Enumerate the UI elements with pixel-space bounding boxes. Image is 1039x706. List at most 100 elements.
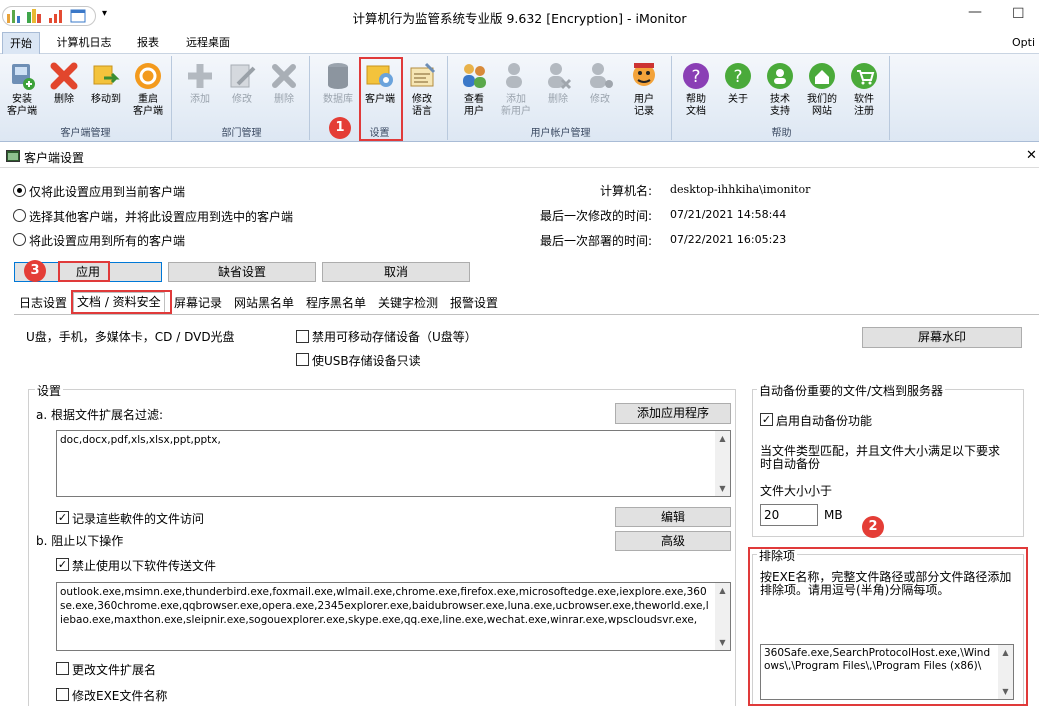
filter-ext-label: a. 根据文件扩展名过滤:	[36, 408, 164, 422]
delete-icon	[272, 64, 296, 88]
register-button[interactable]: 软件 注册	[844, 60, 884, 118]
radio-apply-selected[interactable]	[13, 209, 26, 222]
computer-name-value: desktop-ihhkiha\imonitor	[670, 183, 811, 196]
cancel-button[interactable]: 取消	[322, 262, 470, 282]
dialog-title-bar	[0, 144, 1039, 168]
change-exe-checkbox[interactable]	[56, 688, 69, 701]
disable-removable-checkbox[interactable]	[296, 330, 309, 343]
tech-support-label: 技术 支持	[770, 94, 790, 117]
database-icon	[328, 63, 348, 89]
ribbon-options[interactable]: Opti	[1012, 32, 1039, 54]
advanced-button[interactable]: 高级	[615, 531, 731, 551]
svg-text:?: ?	[691, 67, 700, 87]
watermark-button[interactable]: 屏幕水印	[862, 327, 1022, 348]
tab-program-blacklist[interactable]: 程序黑名单	[303, 294, 369, 314]
add-user-button[interactable]: 添加 新用户	[496, 60, 536, 118]
change-ext-checkbox[interactable]	[56, 662, 69, 675]
change-language-button[interactable]: 修改 语言	[402, 60, 442, 118]
register-icon	[851, 63, 877, 89]
radio-apply-all[interactable]	[13, 233, 26, 246]
help-docs-label: 帮助 文档	[686, 94, 706, 117]
last-modified-label: 最后一次修改的时间:	[540, 209, 653, 223]
move-icon	[93, 65, 120, 85]
disable-removable-label: 禁用可移动存储设备（U盘等）	[312, 330, 477, 344]
edit-user-label: 修改	[590, 94, 610, 105]
view-users-icon	[463, 64, 486, 88]
delete-user-label: 删除	[548, 94, 568, 105]
scroll-up-icon[interactable]: ▲	[715, 583, 730, 598]
radio-apply-current[interactable]	[13, 184, 26, 197]
scroll-up-icon[interactable]: ▲	[715, 431, 730, 446]
tab-keyword-detect[interactable]: 关键字检测	[375, 294, 441, 314]
forbid-send-checkbox[interactable]: ✓	[56, 558, 69, 571]
help-icon: ?	[683, 63, 709, 89]
support-icon	[767, 63, 793, 89]
delete-user-button[interactable]: 删除	[538, 60, 578, 106]
move-to-button[interactable]: 移动到	[86, 60, 126, 106]
view-users-button[interactable]: 查看 用户	[454, 60, 494, 118]
size-input[interactable]: 20	[760, 504, 818, 526]
tab-alarm-settings[interactable]: 报警设置	[447, 294, 501, 314]
delete-department-button[interactable]: 删除	[264, 60, 304, 106]
scroll-down-icon[interactable]: ▼	[715, 635, 730, 650]
restart-client-button[interactable]: 重启 客户端	[128, 60, 168, 118]
group-label-client-management: 客户端管理	[60, 128, 111, 139]
enable-backup-checkbox[interactable]: ✓	[760, 413, 773, 426]
user-log-button[interactable]: 用户 记录	[622, 60, 666, 118]
maximize-icon[interactable]: ☐	[1012, 6, 1025, 22]
tech-support-button[interactable]: 技术 支持	[760, 60, 800, 118]
radio-apply-selected-label: 选择其他客户端，并将此设置应用到选中的客户端	[29, 210, 294, 224]
add-icon	[188, 64, 212, 88]
about-button[interactable]: ? 关于	[718, 60, 758, 106]
website-icon	[809, 63, 835, 89]
tab-computer-log[interactable]: 计算机日志	[52, 32, 116, 54]
highlight-document-tab	[71, 290, 172, 314]
programs-textbox[interactable]: outlook.exe,msimn.exe,thunderbird.exe,fo…	[56, 582, 731, 651]
scroll-down-icon[interactable]: ▼	[715, 481, 730, 496]
delete-icon	[50, 62, 78, 90]
programs-value: outlook.exe,msimn.exe,thunderbird.exe,fo…	[60, 586, 709, 626]
record-access-checkbox[interactable]: ✓	[56, 511, 69, 524]
database-button[interactable]: 数据库	[318, 60, 358, 106]
backup-description: 当文件类型匹配，并且文件大小满足以下要求时自动备份	[760, 444, 1001, 471]
install-client-button[interactable]: 安装 客户端	[2, 60, 42, 118]
programs-scrollbar[interactable]: ▲ ▼	[715, 583, 730, 650]
edit-user-button[interactable]: 修改	[580, 60, 620, 106]
tab-website-blacklist[interactable]: 网站黑名单	[231, 294, 297, 314]
restart-client-label: 重启 客户端	[133, 94, 163, 117]
tab-start[interactable]: 开始	[2, 32, 40, 54]
change-ext-label: 更改文件扩展名	[72, 663, 157, 677]
media-label: U盘，手机，多媒体卡，CD / DVD光盘	[26, 330, 235, 344]
usb-readonly-checkbox[interactable]	[296, 353, 309, 366]
minimize-icon[interactable]: —	[968, 4, 982, 20]
add-app-button[interactable]: 添加应用程序	[615, 403, 731, 424]
add-app-label: 添加应用程序	[636, 406, 709, 420]
edit-user-icon	[590, 63, 613, 88]
default-settings-button[interactable]: 缺省设置	[168, 262, 316, 282]
tab-reports[interactable]: 报表	[128, 32, 168, 54]
dialog-title: 客户端设置	[24, 151, 85, 165]
close-icon[interactable]: ✕	[1026, 148, 1037, 163]
step-badge-1: 1	[329, 117, 351, 139]
change-language-label: 修改 语言	[412, 94, 432, 117]
extensions-textbox[interactable]: doc,docx,pdf,xls,xlsx,ppt,pptx, ▲ ▼	[56, 430, 731, 497]
our-website-button[interactable]: 我们的 网站	[802, 60, 842, 118]
svg-text:?: ?	[733, 67, 742, 87]
edit-button[interactable]: 编辑	[615, 507, 731, 527]
radio-apply-current-label: 仅将此设置应用到当前客户端	[29, 185, 186, 199]
advanced-label: 高级	[660, 534, 685, 548]
edit-department-button[interactable]: 修改	[222, 60, 262, 106]
computer-name-label: 计算机名:	[600, 184, 653, 198]
tab-screen-record[interactable]: 屏幕记录	[171, 294, 225, 314]
group-label-department-management: 部门管理	[221, 128, 262, 139]
delete-client-button[interactable]: 删除	[44, 60, 84, 106]
add-department-button[interactable]: 添加	[180, 60, 220, 106]
tab-remote-desktop[interactable]: 远程桌面	[180, 32, 236, 54]
watermark-label: 屏幕水印	[917, 330, 966, 344]
extensions-scrollbar[interactable]: ▲ ▼	[715, 431, 730, 496]
help-docs-button[interactable]: ? 帮助 文档	[676, 60, 716, 118]
tab-log-settings[interactable]: 日志设置	[16, 294, 70, 314]
highlight-exclusions	[748, 547, 1028, 706]
change-exe-label: 修改EXE文件名称	[72, 689, 168, 703]
settings-legend: 设置	[35, 382, 64, 399]
